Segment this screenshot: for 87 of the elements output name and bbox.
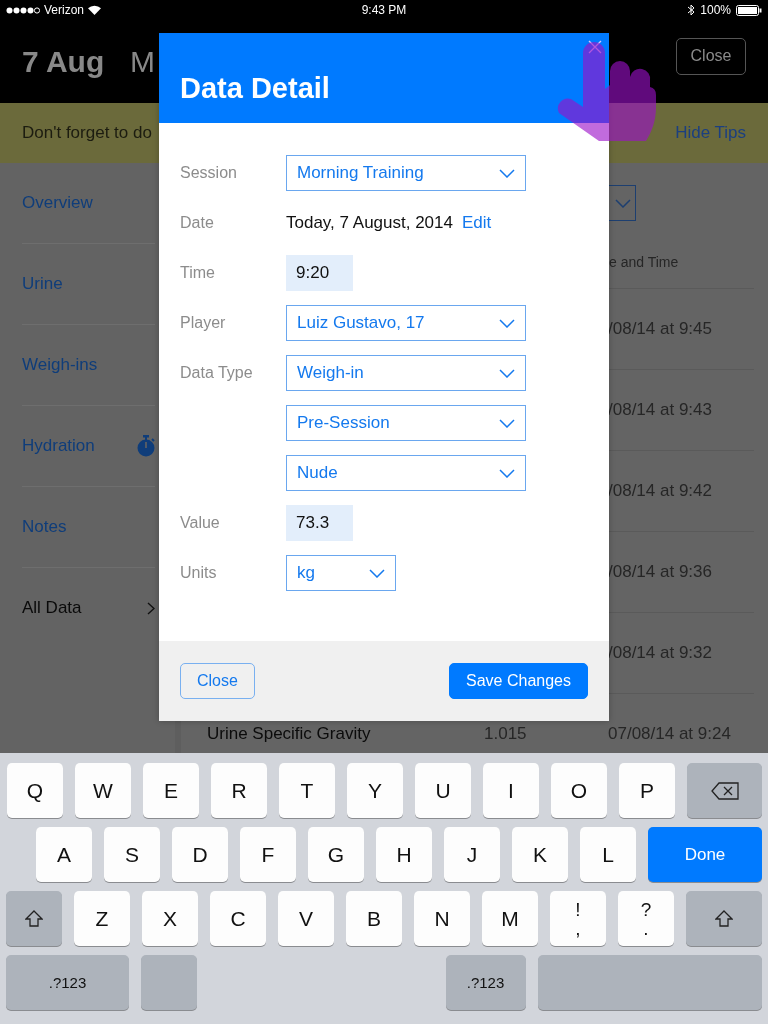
tip-text: Don't forget to do [22, 123, 153, 143]
battery-icon [736, 4, 762, 16]
key[interactable]: W [75, 763, 131, 818]
select-field[interactable]: kg [286, 555, 396, 591]
chevron-down-icon [499, 168, 515, 178]
column-header: e and Time [609, 254, 679, 270]
header-title: M [130, 44, 155, 79]
shift-key[interactable] [6, 891, 62, 946]
shift-key[interactable] [686, 891, 762, 946]
key[interactable]: ? . [618, 891, 674, 946]
bluetooth-icon [687, 4, 696, 16]
key[interactable]: S [104, 827, 160, 882]
key[interactable]: ! , [550, 891, 606, 946]
close-button[interactable]: Close [676, 37, 746, 75]
key[interactable]: D [172, 827, 228, 882]
carrier-name: Verizon [44, 3, 85, 17]
key[interactable]: Z [74, 891, 130, 946]
table-cell-text: /08/14 at 9:45 [608, 319, 713, 339]
key[interactable]: C [210, 891, 266, 946]
key[interactable]: E [143, 763, 199, 818]
chevron-down-icon [615, 198, 631, 208]
done-key[interactable]: Done [648, 827, 762, 882]
table-cell-text: /08/14 at 9:36 [608, 562, 713, 582]
table-cell-text: Urine Specific Gravity [207, 724, 372, 744]
key[interactable]: H [376, 827, 432, 882]
key[interactable]: A [36, 827, 92, 882]
field-label: Data Type [180, 364, 254, 382]
key[interactable]: O [551, 763, 607, 818]
chevron-down-icon [499, 318, 515, 328]
backspace-icon [710, 781, 739, 800]
key[interactable]: J [444, 827, 500, 882]
key[interactable]: T [279, 763, 335, 818]
select-field[interactable]: Pre-Session [286, 405, 526, 441]
close-button[interactable]: Close [180, 663, 255, 699]
key[interactable]: V [278, 891, 334, 946]
key[interactable]: P [619, 763, 675, 818]
chevron-down-icon [499, 468, 515, 478]
key[interactable]: R [211, 763, 267, 818]
backspace-key[interactable] [687, 763, 762, 818]
field-value: Today, 7 August, 2014 [286, 213, 453, 233]
input-field[interactable]: 9:20 [286, 255, 353, 291]
table-cell-text: /08/14 at 9:32 [608, 643, 713, 663]
key[interactable]: U [415, 763, 471, 818]
table-cell-text: /08/14 at 9:42 [608, 481, 713, 501]
key[interactable]: L [580, 827, 636, 882]
close-icon[interactable] [588, 40, 602, 54]
symbols-key[interactable]: .?123 [445, 955, 526, 1010]
clock: 9:43 PM [360, 3, 408, 17]
edit-link[interactable]: Edit [462, 213, 492, 233]
select-field[interactable]: Morning Training [286, 155, 526, 191]
table-cell-text: 07/08/14 at 9:24 [608, 724, 732, 744]
select-field[interactable]: Nude [286, 455, 526, 491]
table-cell-text: 1.015 [484, 724, 528, 744]
field-label: Value [180, 514, 221, 532]
field-label: Date [180, 214, 215, 232]
key[interactable]: X [142, 891, 198, 946]
stopwatch-icon [137, 435, 155, 457]
save-button[interactable]: Save Changes [449, 663, 588, 699]
table-cell-text: /08/14 at 9:43 [608, 400, 713, 420]
key[interactable]: Q [7, 763, 63, 818]
chevron-right-icon [147, 601, 155, 615]
key[interactable]: F [240, 827, 296, 882]
select-field[interactable]: Weigh-in [286, 355, 526, 391]
chevron-down-icon [369, 568, 385, 578]
key[interactable]: I [483, 763, 539, 818]
select-field[interactable]: Luiz Gustavo, 17 [286, 305, 526, 341]
chevron-down-icon [499, 368, 515, 378]
field-label: Units [180, 564, 218, 582]
dialog-title: Data Detail [180, 71, 330, 105]
input-field[interactable]: 73.3 [286, 505, 353, 541]
battery-percent: 100% [700, 3, 731, 17]
field-label: Session [180, 164, 238, 182]
key[interactable]: N [414, 891, 470, 946]
key[interactable]: Y [347, 763, 403, 818]
key[interactable]: B [346, 891, 402, 946]
field-label: Time [180, 264, 216, 282]
key[interactable]: K [512, 827, 568, 882]
shift-icon [25, 910, 43, 927]
chevron-down-icon [499, 418, 515, 428]
shift-icon [715, 910, 733, 927]
date-title: 7 Aug [22, 44, 106, 79]
signal-icon [6, 6, 40, 14]
key[interactable]: G [308, 827, 364, 882]
field-label: Player [180, 314, 227, 332]
wifi-icon [88, 5, 102, 15]
symbols-key[interactable]: .?123 [6, 955, 129, 1010]
key[interactable]: M [482, 891, 538, 946]
